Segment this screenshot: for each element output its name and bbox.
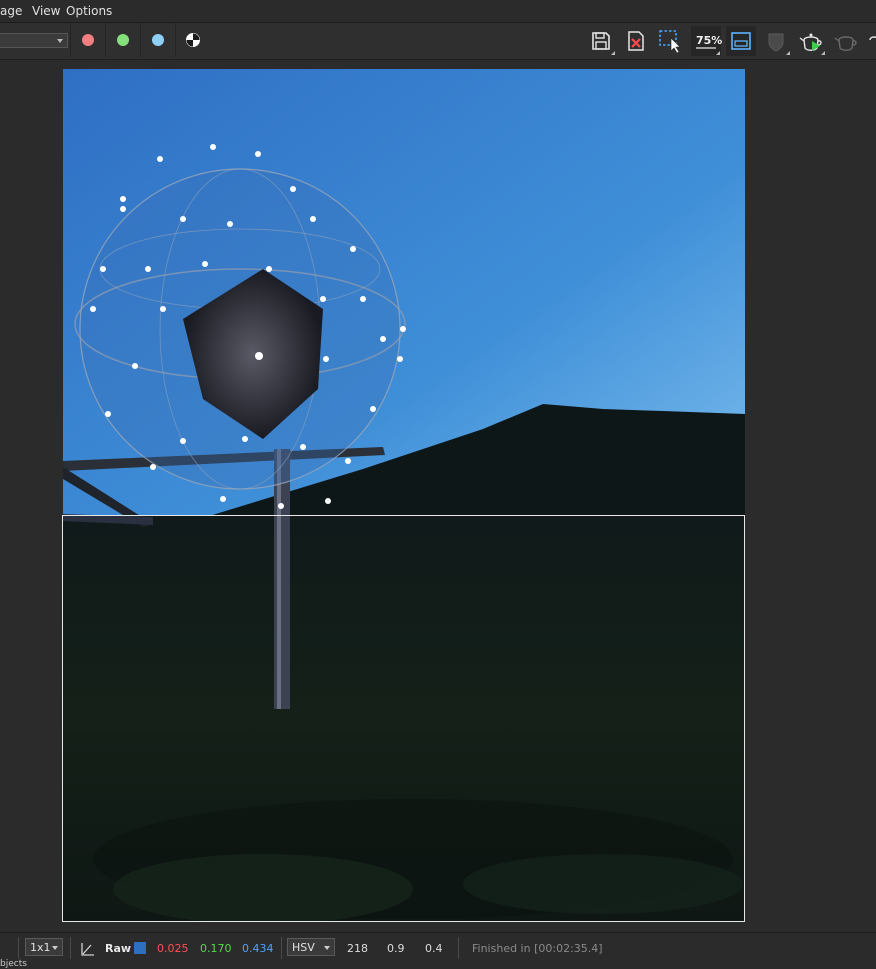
chevron-down-icon [57,39,63,43]
submenu-indicator [786,51,790,55]
render-status-text: Finished in [00:02:35.4] [472,942,603,955]
blue-value: 0.434 [242,942,274,955]
region-render-button[interactable] [656,26,686,56]
cut-off-label: bjects [0,959,27,969]
frame-toggle-button[interactable] [726,26,756,56]
save-image-button[interactable] [586,26,616,56]
chevron-down-icon [324,946,330,950]
toolbar: 75% [0,23,876,60]
color-swatch [134,942,146,954]
blue-dot-icon [152,34,164,46]
raw-label: Raw [105,942,132,955]
render-viewport[interactable] [0,60,876,930]
alpha-channel-button[interactable] [175,23,210,57]
menu-view[interactable]: View [32,4,60,18]
saturation-value: 0.9 [387,942,405,955]
submenu-indicator [611,51,615,55]
green-channel-button[interactable] [105,23,140,57]
value-value: 0.4 [425,942,443,955]
region-select-icon [659,30,681,54]
frame-icon [731,32,751,50]
blue-channel-button[interactable] [140,23,175,57]
submenu-indicator [821,51,825,55]
green-value: 0.170 [200,942,232,955]
red-channel-button[interactable] [70,23,105,57]
menu-image[interactable]: age [0,4,22,18]
render-region-frame[interactable] [62,515,745,922]
hue-value: 218 [347,942,368,955]
teapot-icon [834,36,857,51]
separator [70,937,71,959]
color-mode-dropdown[interactable]: HSV [287,938,335,956]
color-picker-icon[interactable] [78,940,96,958]
red-dot-icon [82,34,94,46]
separator [18,937,19,959]
extra-render-button[interactable] [864,26,876,56]
scale-dropdown[interactable]: 1x1 [25,938,63,956]
red-value: 0.025 [157,942,189,955]
chevron-down-icon [52,946,58,950]
menu-options[interactable]: Options [66,4,112,18]
render-button[interactable] [796,26,826,56]
zoom-button[interactable]: 75% [691,26,722,56]
status-bar: 1x1 Raw 0.025 0.170 0.434 HSV 218 0.9 0.… [0,932,876,967]
scale-value: 1x1 [30,941,51,954]
render-history-button[interactable] [761,26,791,56]
submenu-indicator [716,51,720,55]
render-disabled-button[interactable] [831,26,861,56]
clear-file-icon [628,31,644,51]
contrast-icon [186,33,200,47]
menu-bar: age View Options [0,0,876,23]
channel-dropdown[interactable] [0,33,68,48]
separator [281,937,282,959]
teapot-partial-icon [869,36,876,41]
separator [458,937,459,959]
clear-image-button[interactable] [621,26,651,56]
green-dot-icon [117,34,129,46]
color-mode-value: HSV [292,941,315,954]
